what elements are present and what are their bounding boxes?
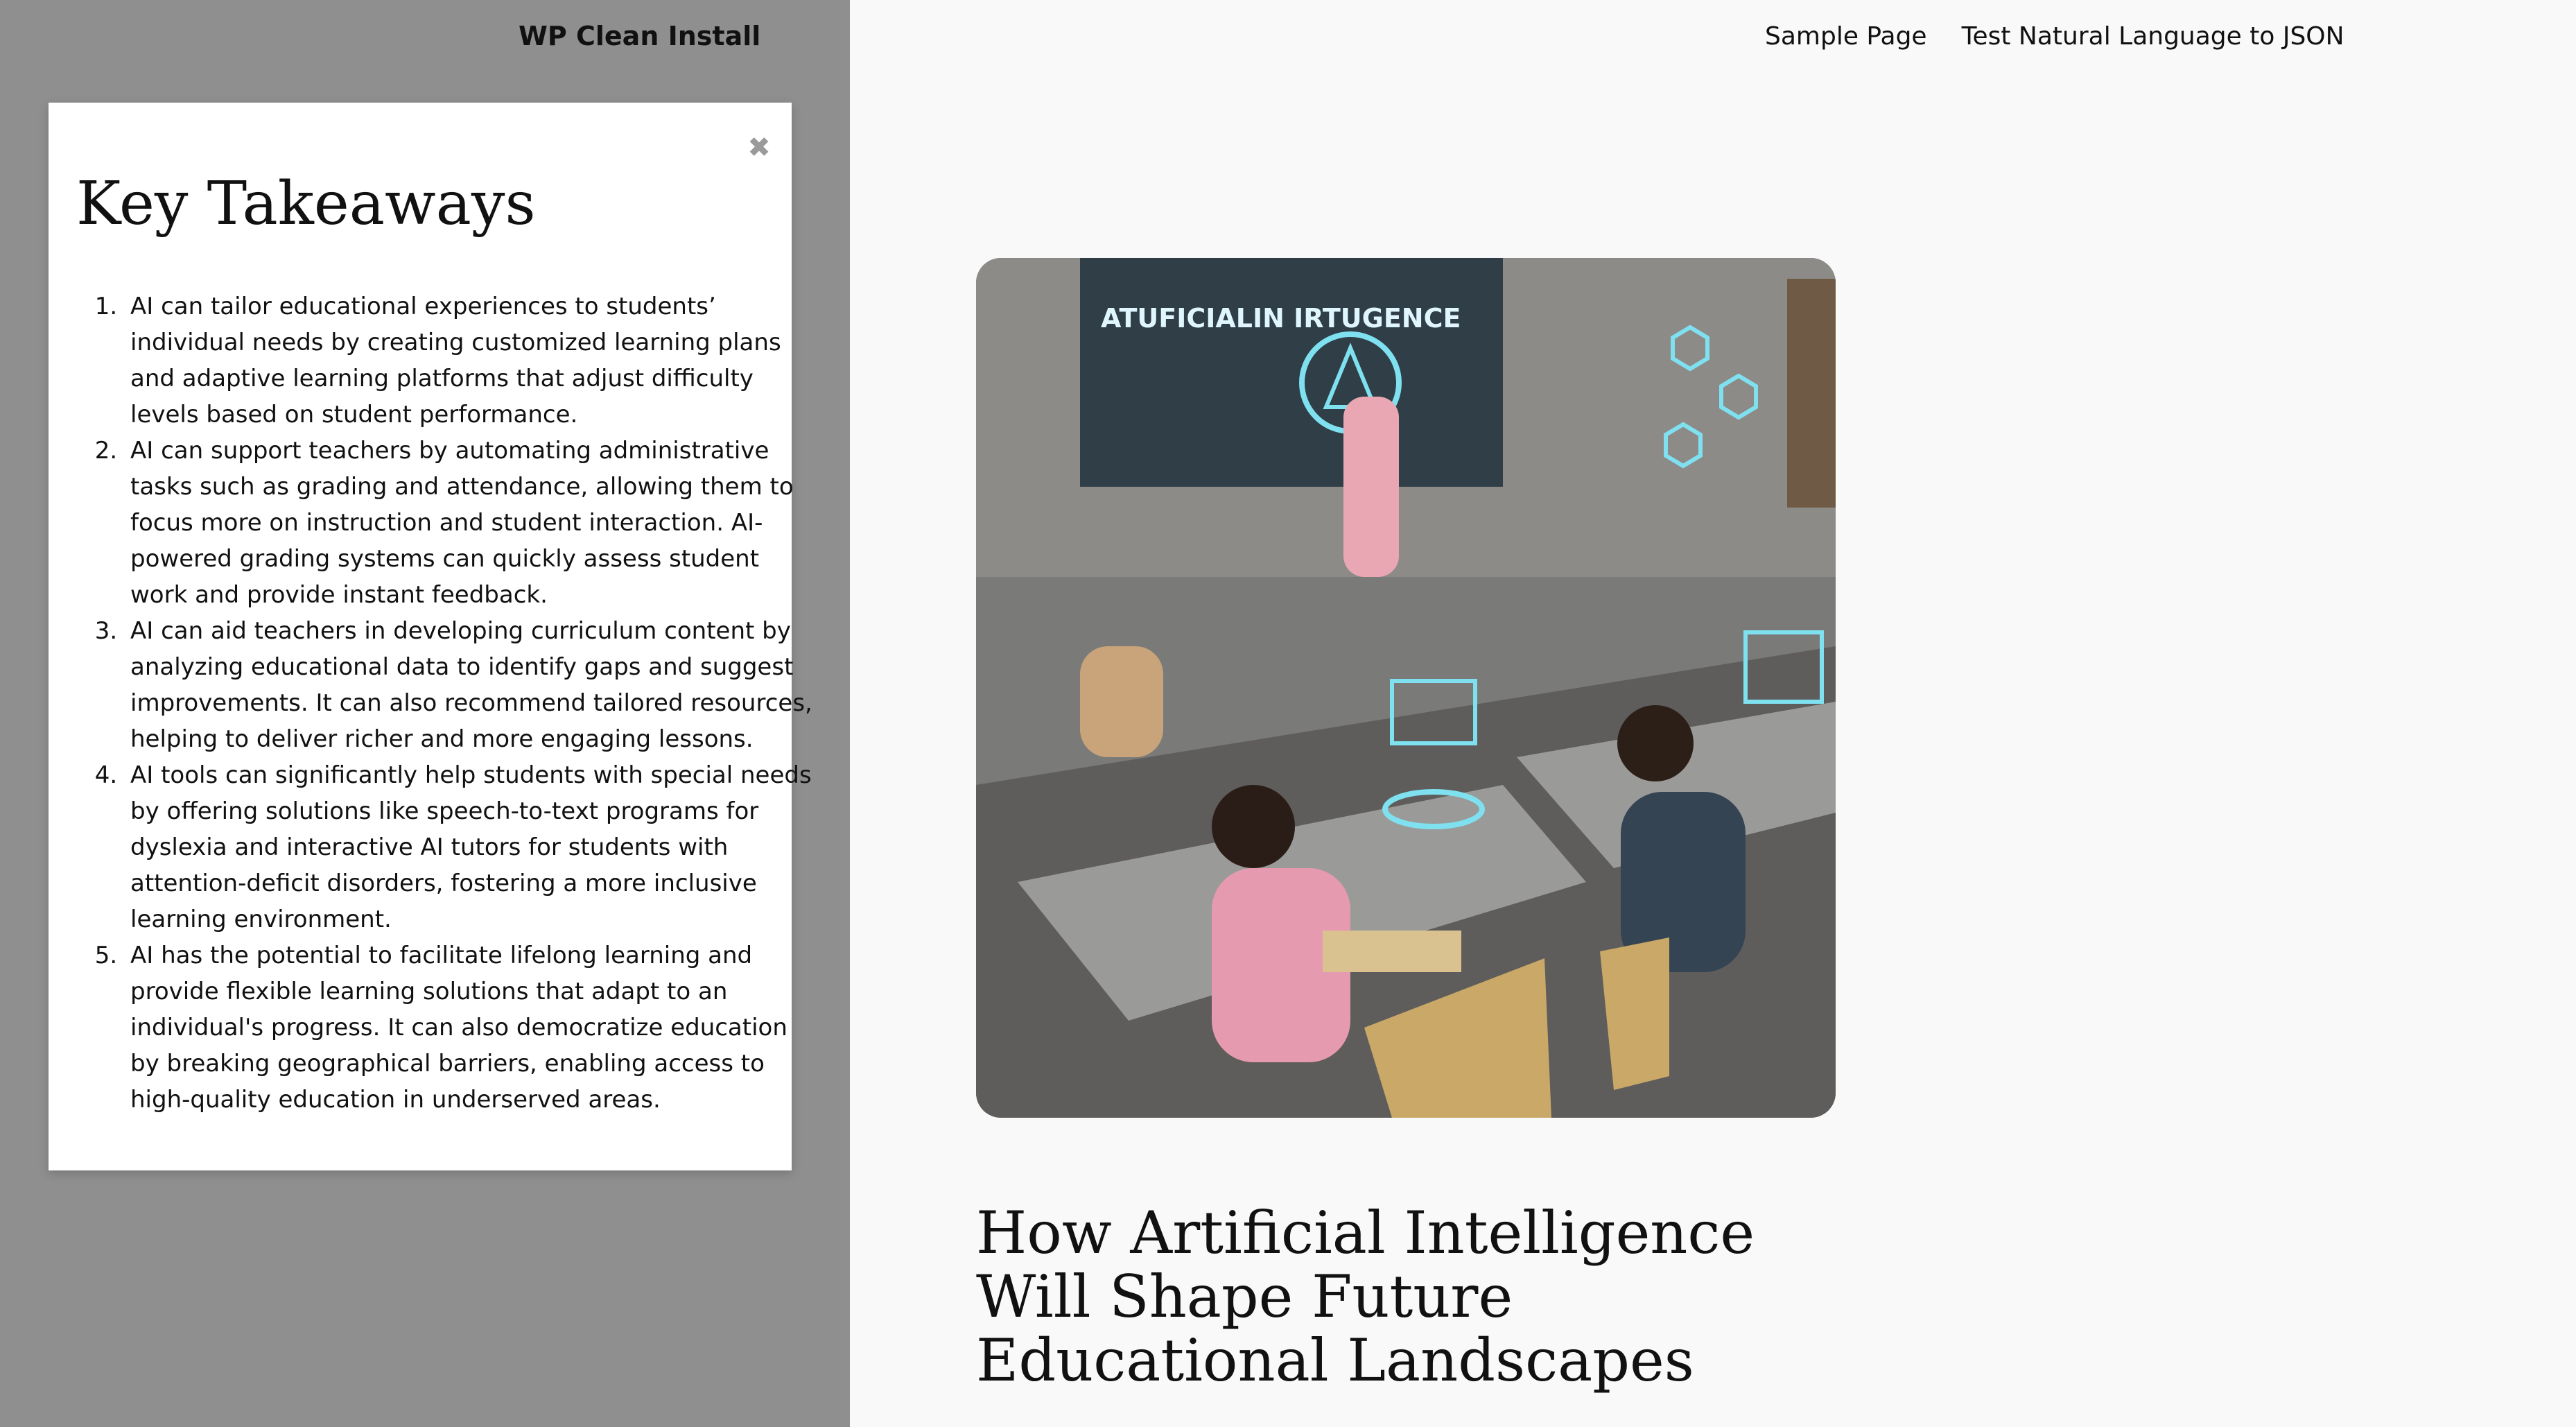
takeaway-item-5: AI has the potential to facilitate lifel… <box>125 937 818 1118</box>
key-takeaways-popup: ✖ Key Takeaways AI can tailor educationa… <box>49 103 812 1170</box>
takeaway-item-4: AI tools can significantly help students… <box>125 757 818 937</box>
takeaway-item-1: AI can tailor educational experiences to… <box>125 288 818 433</box>
site-title[interactable]: WP Clean Install <box>519 21 760 51</box>
article-title: How Artificial Intelligence Will Shape F… <box>976 1199 1755 1394</box>
close-icon[interactable]: ✖ <box>742 130 776 165</box>
nav-item-test-natural-language[interactable]: Test Natural Language to JSON <box>1962 22 2344 51</box>
featured-image: ATUFICIALIN IRTUGENCE <box>976 258 1836 1118</box>
popup-title: Key Takeaways <box>76 169 536 239</box>
takeaways-list: AI can tailor educational experiences to… <box>97 288 818 1118</box>
screen-title: ATUFICIALIN IRTUGENCE <box>1101 303 1461 334</box>
classroom-illustration: ATUFICIALIN IRTUGENCE <box>976 258 1836 1118</box>
takeaway-item-3: AI can aid teachers in developing curric… <box>125 613 818 757</box>
main-navigation: Sample Page Test Natural Language to JSO… <box>1765 22 2344 51</box>
takeaway-item-2: AI can support teachers by automating ad… <box>125 433 818 613</box>
nav-item-sample-page[interactable]: Sample Page <box>1765 22 1927 51</box>
